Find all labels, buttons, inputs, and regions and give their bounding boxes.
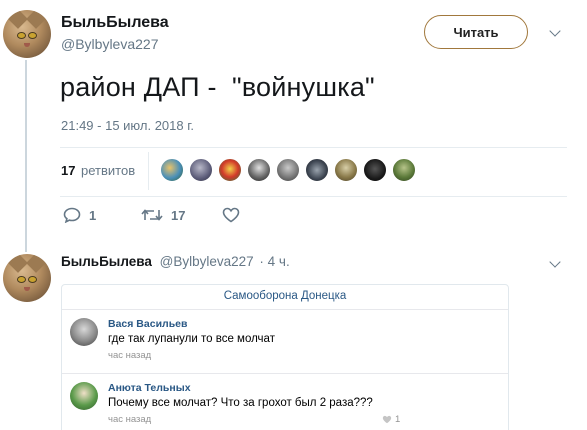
reply-action[interactable]: 1 [63,207,96,223]
retweeter-avatar[interactable] [305,158,329,182]
reply-author-name[interactable]: БыльБылева [61,254,152,269]
author-handle[interactable]: @Bylbyleva227 [61,36,159,52]
divider [60,147,567,148]
like-action[interactable] [222,207,240,223]
retweeter-avatar[interactable] [276,158,300,182]
stats-separator [148,152,149,190]
author-name[interactable]: БыльБылева [61,14,169,32]
retweeter-avatar[interactable] [363,158,387,182]
retweet-action[interactable]: 17 [141,207,185,223]
author-avatar[interactable] [3,10,51,58]
comment-time: час назад [108,350,152,361]
tweet-timestamp[interactable]: 21:49 - 15 июл. 2018 г. [61,118,194,133]
reply-icon [63,207,81,223]
divider [60,196,567,197]
commenter-name: Анюта Тельных [108,382,191,394]
tweet-text: район ДАП - "войнушка" [60,72,375,102]
follow-button[interactable]: Читать [424,15,528,49]
comment-text: где так лупанули то все молчат [108,333,275,345]
retweeter-avatar[interactable] [247,158,271,182]
retweeter-avatar[interactable] [160,158,184,182]
reply-age[interactable]: · 4 ч. [259,254,289,269]
retweeter-avatar[interactable] [218,158,242,182]
reply-author-avatar[interactable] [3,254,51,302]
chevron-down-icon[interactable] [549,25,561,37]
comment-time: час назад [108,414,152,425]
divider [62,373,508,374]
divider [62,309,508,310]
commenter-avatar [70,318,98,346]
chevron-down-icon[interactable] [549,256,561,268]
retweeter-avatar[interactable] [189,158,213,182]
thread-connector-line [25,60,27,252]
heart-icon [222,207,240,223]
reply-header: БыльБылева @Bylbyleva227 · 4 ч. [61,254,290,269]
heart-icon [382,415,392,424]
comment-text: Почему все молчат? Что за грохот был 2 р… [108,397,373,409]
embedded-image-card[interactable]: Самооборона Донецка Вася Васильев где та… [61,284,509,430]
reply-author-handle[interactable]: @Bylbyleva227 [160,254,254,269]
commenter-avatar [70,382,98,410]
group-title: Самооборона Донецка [223,290,347,302]
retweet-label[interactable]: ретвитов [81,163,135,178]
commenter-name: Вася Васильев [108,318,188,330]
reply-count: 1 [89,207,97,223]
retweet-count[interactable]: 17 [61,163,75,178]
comment-like: 1 [382,414,400,425]
retweeter-avatar[interactable] [392,158,416,182]
comment-like-count: 1 [395,414,401,425]
retweet-icon [141,209,163,221]
retweet-action-count: 17 [171,207,186,223]
retweeter-avatars [160,158,421,182]
retweeter-avatar[interactable] [334,158,358,182]
